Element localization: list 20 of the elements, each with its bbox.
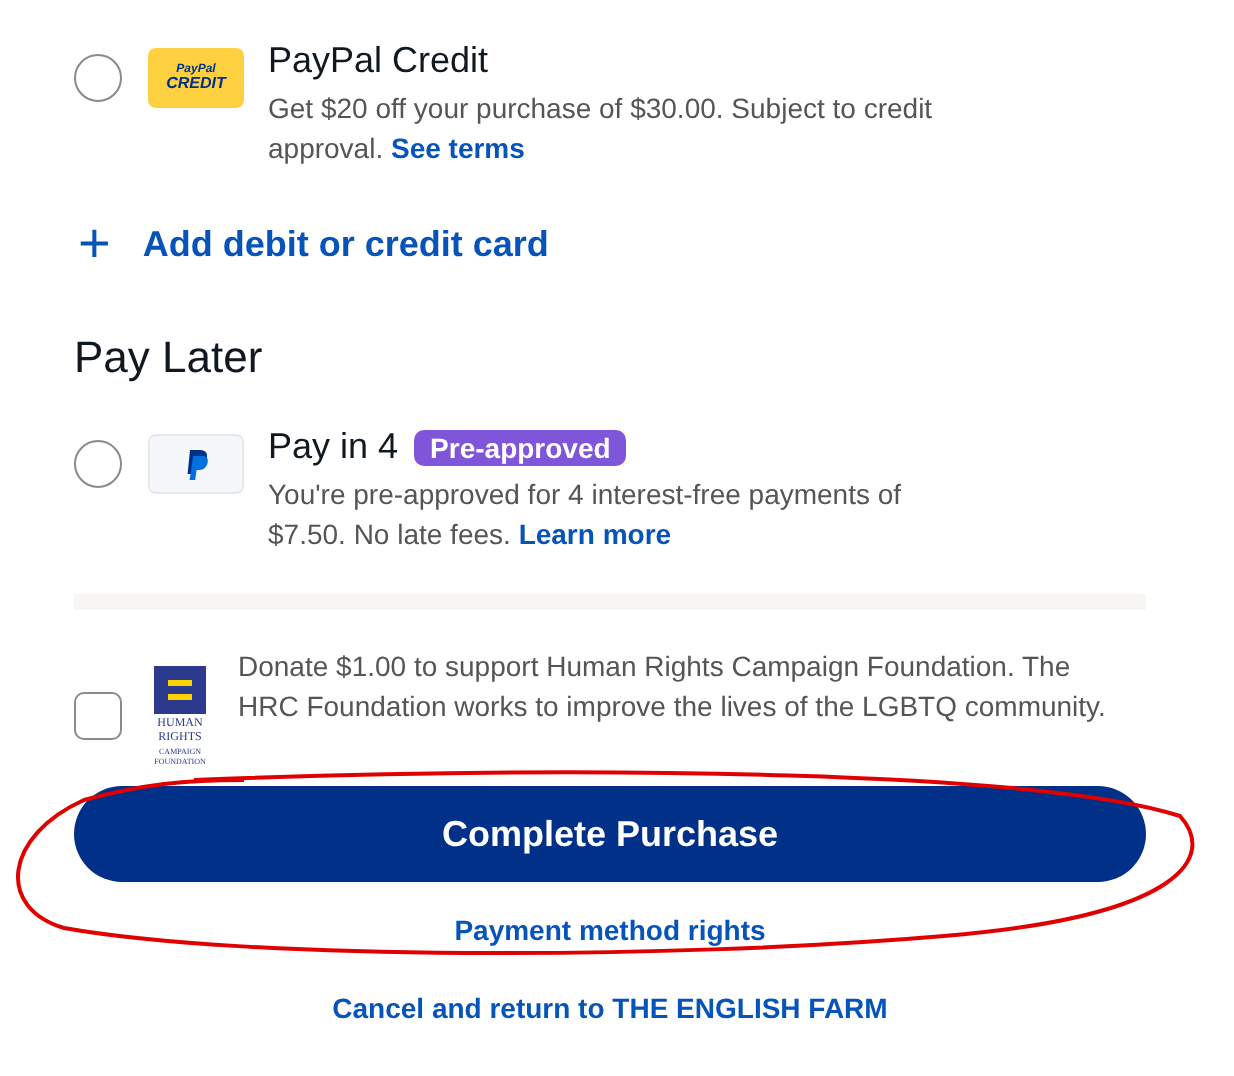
option-title: Pay in 4	[268, 424, 399, 470]
terms-link[interactable]: See terms	[390, 132, 525, 164]
paypal-icon	[184, 449, 208, 479]
terms-link[interactable]: Learn more	[518, 518, 672, 550]
cancel-link[interactable]: Cancel and return to THE ENGLISH FARM	[332, 988, 888, 1030]
logo-text: CREDIT	[166, 76, 226, 92]
radio-button[interactable]	[74, 54, 122, 102]
option-title: PayPal Credit	[268, 38, 489, 84]
option-description: You're pre-approved for 4 interest-free payments of $7.50. No late fees. Learn more	[268, 476, 904, 554]
status-badge: Pre-approved	[414, 429, 627, 465]
checkbox[interactable]	[74, 692, 122, 740]
donation-text: Donate $1.00 to support Human Rights Campaign Foundation. The HRC Foundation works to improve the lives of the LGBTQ community.	[238, 648, 1108, 726]
equal-sign-icon	[154, 666, 206, 714]
complete-purchase-button[interactable]: Complete Purchase	[74, 786, 1146, 882]
payment-rights-link[interactable]: Payment method rights	[454, 910, 766, 952]
plus-icon: +	[78, 216, 111, 272]
section-heading: Pay Later	[74, 330, 265, 386]
add-card-link[interactable]: Add debit or credit card	[142, 217, 549, 271]
radio-button[interactable]	[74, 440, 122, 488]
option-description: Get $20 off your purchase of $30.00. Subject to credit approval. See terms	[268, 90, 935, 168]
